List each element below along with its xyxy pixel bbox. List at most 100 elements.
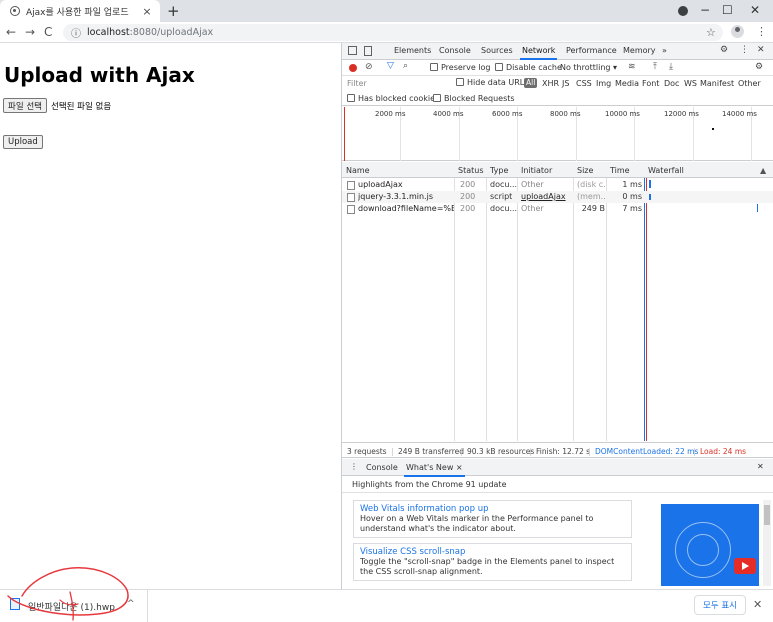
show-all-button[interactable]: 모두 표시: [694, 595, 746, 615]
summary-separator: |: [588, 447, 591, 456]
tick-label: 8000 ms: [550, 110, 581, 118]
incognito-icon[interactable]: [678, 6, 688, 16]
blocked-requests-checkbox[interactable]: Blocked Requests: [433, 94, 515, 103]
new-tab-button[interactable]: +: [167, 2, 180, 20]
shelf-close-icon[interactable]: ✕: [753, 598, 762, 611]
forward-icon[interactable]: →: [25, 25, 35, 39]
clear-icon[interactable]: ⊘: [365, 62, 373, 72]
whats-new-heading: Highlights from the Chrome 91 update: [352, 480, 507, 489]
download-filename: 일반파일다운 (1).hwp: [28, 603, 115, 613]
type-filter-manifest[interactable]: Manifest: [700, 79, 734, 88]
back-icon[interactable]: ←: [6, 25, 16, 39]
devtools-close-icon[interactable]: ✕: [757, 45, 765, 55]
document-icon: [347, 205, 355, 214]
search-icon[interactable]: ⌕: [403, 61, 408, 71]
col-size[interactable]: Size: [577, 166, 593, 175]
preserve-log-label: Preserve log: [441, 63, 491, 72]
col-type[interactable]: Type: [490, 166, 508, 175]
upload-button[interactable]: Upload: [3, 135, 43, 149]
tick-label: 4000 ms: [433, 110, 464, 118]
table-row[interactable]: uploadAjax 200 docu... Other (disk c... …: [342, 179, 773, 191]
request-size: (disk c...: [577, 180, 605, 189]
address-bar[interactable]: ⓘ localhost:8080/uploadAjax: [63, 24, 723, 41]
network-settings-icon[interactable]: ⚙: [755, 62, 763, 72]
request-size: 249 B: [581, 204, 605, 213]
col-status[interactable]: Status: [458, 166, 484, 175]
table-row[interactable]: jquery-3.3.1.min.js 200 script uploadAja…: [342, 191, 773, 203]
drawer-scrollbar[interactable]: [763, 500, 771, 586]
tab-performance[interactable]: Performance: [566, 46, 617, 55]
tab-memory[interactable]: Memory: [623, 46, 656, 55]
col-initiator[interactable]: Initiator: [521, 166, 552, 175]
drawer-close-icon[interactable]: ✕: [757, 462, 764, 471]
drawer-tab-whats-new[interactable]: What's New ×: [404, 463, 465, 477]
type-filter-doc[interactable]: Doc: [664, 79, 679, 88]
type-filter-other[interactable]: Other: [738, 79, 761, 88]
network-overview-timeline[interactable]: 2000 ms 4000 ms 6000 ms 8000 ms 10000 ms…: [342, 107, 773, 161]
youtube-play-icon[interactable]: [734, 558, 756, 574]
request-type: docu...: [490, 180, 518, 189]
type-filter-media[interactable]: Media: [615, 79, 639, 88]
has-blocked-cookies-checkbox[interactable]: Has blocked cookies: [347, 94, 439, 103]
record-icon[interactable]: [349, 64, 357, 72]
tab-network[interactable]: Network: [519, 46, 558, 60]
type-filter-js[interactable]: JS: [562, 79, 569, 88]
inspect-element-icon[interactable]: [348, 46, 357, 55]
tab-elements[interactable]: Elements: [394, 46, 431, 55]
filter-bar: Filter Hide data URLs All XHR JS CSS Img…: [342, 76, 773, 91]
drawer-tab-console[interactable]: Console: [366, 463, 398, 472]
disable-cache-label: Disable cache: [506, 63, 562, 72]
request-initiator: Other: [521, 204, 544, 213]
tab-close-icon[interactable]: ×: [140, 5, 154, 18]
video-thumbnail[interactable]: [661, 504, 759, 586]
menu-kebab-icon[interactable]: ⋮: [756, 25, 767, 38]
tab-sources[interactable]: Sources: [481, 46, 513, 55]
settings-gear-icon[interactable]: ⚙: [720, 45, 728, 55]
request-initiator-link[interactable]: uploadAjax: [521, 192, 566, 201]
info-icon[interactable]: ⓘ: [71, 25, 81, 40]
type-filter-all[interactable]: All: [524, 78, 538, 88]
devtools-menu-icon[interactable]: ⋮: [740, 45, 749, 55]
document-icon: [347, 193, 355, 202]
browser-tab[interactable]: Ajax를 사용한 파일 업로드 ×: [0, 0, 160, 22]
type-filter-ws[interactable]: WS: [684, 79, 697, 88]
preserve-log-checkbox[interactable]: Preserve log: [430, 63, 491, 72]
news-title[interactable]: Visualize CSS scroll-snap: [360, 547, 625, 557]
account-avatar-icon[interactable]: [731, 25, 744, 38]
import-har-icon[interactable]: ⤒: [653, 62, 657, 72]
request-status: 200: [460, 204, 476, 213]
type-filter-css[interactable]: CSS: [576, 79, 592, 88]
choose-file-button[interactable]: 파일 선택: [3, 98, 47, 113]
reload-icon[interactable]: C: [44, 25, 52, 39]
maximize-icon[interactable]: ☐: [722, 3, 733, 17]
sort-up-icon[interactable]: ▲: [760, 166, 766, 175]
col-time[interactable]: Time: [610, 166, 630, 175]
device-toolbar-icon[interactable]: [364, 46, 372, 56]
close-window-icon[interactable]: ✕: [750, 3, 760, 17]
request-status: 200: [460, 180, 476, 189]
type-filter-xhr[interactable]: XHR: [542, 79, 559, 88]
network-conditions-icon[interactable]: ≋: [628, 62, 636, 72]
news-title[interactable]: Web Vitals information pop up: [360, 504, 625, 514]
table-row[interactable]: download?fileName=%EC... 200 docu... Oth…: [342, 203, 773, 215]
news-card[interactable]: Web Vitals information pop up Hover on a…: [353, 500, 632, 538]
filter-funnel-icon[interactable]: ▽: [387, 61, 394, 71]
tab-console[interactable]: Console: [439, 46, 471, 55]
col-waterfall[interactable]: Waterfall: [648, 166, 684, 175]
minimize-icon[interactable]: −: [700, 3, 710, 17]
type-filter-img[interactable]: Img: [596, 79, 611, 88]
news-card[interactable]: Visualize CSS scroll-snap Toggle the "sc…: [353, 543, 632, 581]
drawer-menu-icon[interactable]: ⋮: [350, 462, 358, 471]
download-item[interactable]: 일반파일다운 (1).hwp ^: [0, 590, 148, 622]
export-har-icon[interactable]: ⤓: [669, 62, 673, 72]
bookmark-star-icon[interactable]: ☆: [706, 26, 716, 39]
more-tabs-icon[interactable]: »: [662, 46, 667, 55]
col-name[interactable]: Name: [346, 166, 370, 175]
throttling-select[interactable]: No throttling ▾: [560, 63, 617, 72]
chevron-up-icon[interactable]: ^: [127, 599, 135, 609]
hide-data-urls-checkbox[interactable]: Hide data URLs: [456, 78, 528, 87]
type-filter-font[interactable]: Font: [642, 79, 659, 88]
request-time: 1 ms: [622, 180, 642, 189]
disable-cache-checkbox[interactable]: Disable cache: [495, 63, 562, 72]
filter-input[interactable]: Filter: [347, 79, 367, 88]
